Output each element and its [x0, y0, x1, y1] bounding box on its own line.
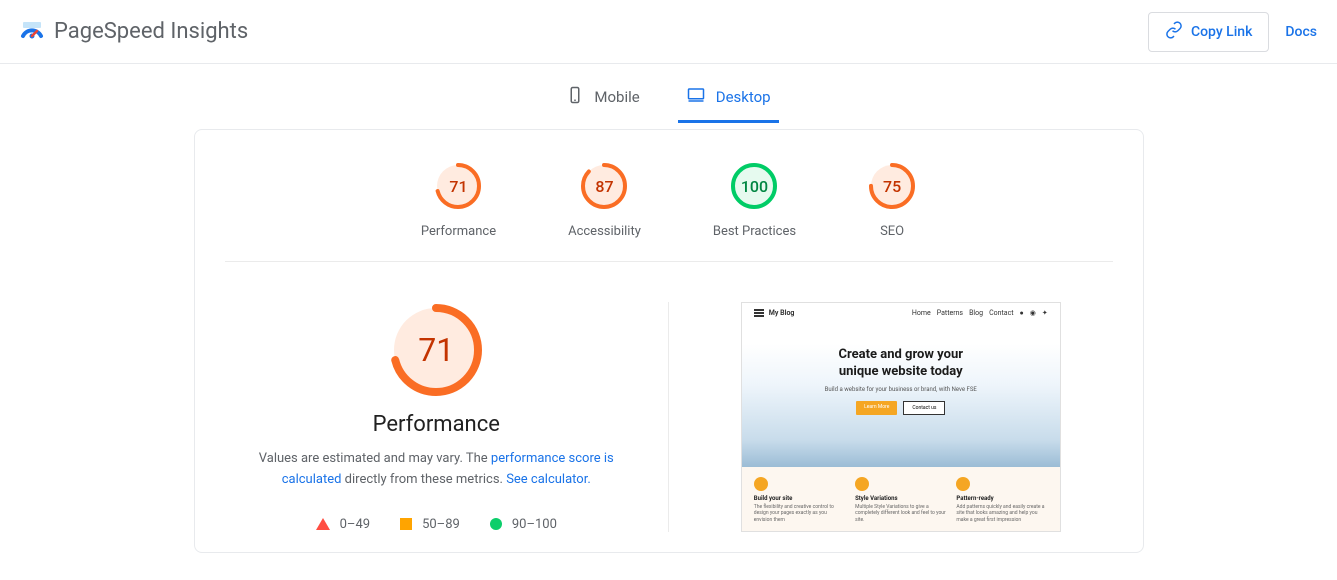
- feature-icon: [855, 477, 869, 491]
- feature-3-desc: Add patterns quickly and easily create a…: [956, 504, 1047, 524]
- docs-link[interactable]: Docs: [1285, 24, 1317, 40]
- feature-1-title: Build your site: [754, 495, 845, 502]
- page-screenshot-preview: My Blog Home Patterns Blog Contact ● ◉ ✦…: [741, 302, 1061, 532]
- feature-icon: [754, 477, 768, 491]
- feature-2-desc: Multiple Style Variations to give a comp…: [855, 504, 946, 524]
- app-title: PageSpeed Insights: [54, 19, 248, 44]
- score-seo[interactable]: 75 SEO: [868, 162, 916, 239]
- detail-description: Values are estimated and may vary. The p…: [236, 449, 636, 491]
- preview-site-title: My Blog: [769, 309, 795, 317]
- detail-left: 71 Performance Values are estimated and …: [225, 302, 670, 532]
- preview-hero-title: Create and grow your unique website toda…: [752, 347, 1050, 381]
- score-best-practices[interactable]: 100 Best Practices: [713, 162, 796, 239]
- copy-link-label: Copy Link: [1191, 24, 1252, 40]
- best-practices-score-label: Best Practices: [713, 224, 796, 239]
- feature-3-title: Pattern-ready: [956, 495, 1047, 502]
- preview-hero-sub: Build a website for your business or bra…: [752, 386, 1050, 393]
- preview-nav: Home Patterns Blog Contact ● ◉ ✦: [912, 309, 1048, 317]
- preview-feature-1: Build your site The flexibility and crea…: [754, 477, 845, 524]
- hamburger-icon: [754, 312, 764, 314]
- mobile-icon: [566, 86, 584, 108]
- score-legend: 0–49 50–89 90–100: [316, 517, 557, 532]
- facebook-icon: ●: [1020, 309, 1024, 317]
- best-practices-gauge: 100: [730, 162, 778, 210]
- legend-pass: 90–100: [490, 517, 557, 532]
- detail-right: My Blog Home Patterns Blog Contact ● ◉ ✦…: [689, 302, 1113, 532]
- header-left: PageSpeed Insights: [20, 19, 248, 44]
- preview-feature-3: Pattern-ready Add patterns quickly and e…: [956, 477, 1047, 524]
- legend-average: 50–89: [400, 517, 460, 532]
- pagespeed-logo-icon: [20, 20, 44, 44]
- desc-prefix: Values are estimated and may vary. The: [259, 451, 491, 466]
- legend-pass-label: 90–100: [512, 517, 557, 532]
- performance-score-label: Performance: [421, 224, 496, 239]
- performance-big-gauge: 71: [388, 302, 484, 398]
- desc-mid: directly from these metrics.: [341, 472, 506, 487]
- twitter-icon: ✦: [1042, 309, 1048, 317]
- hero-line1: Create and grow your: [752, 347, 1050, 364]
- device-tabs: Mobile Desktop: [0, 64, 1337, 123]
- link-icon: [1165, 21, 1183, 43]
- feature-1-desc: The flexibility and creative control to …: [754, 504, 845, 524]
- preview-feature-2: Style Variations Multiple Style Variatio…: [855, 477, 946, 524]
- accessibility-gauge: 87: [580, 162, 628, 210]
- preview-header: My Blog Home Patterns Blog Contact ● ◉ ✦: [742, 303, 1060, 323]
- hero-line2: unique website today: [752, 364, 1050, 381]
- performance-gauge: 71: [434, 162, 482, 210]
- preview-features: Build your site The flexibility and crea…: [742, 469, 1060, 532]
- accessibility-score-label: Accessibility: [568, 224, 641, 239]
- score-accessibility[interactable]: 87 Accessibility: [568, 162, 641, 239]
- report-card: 71 Performance 87 Accessibility 100: [194, 129, 1144, 553]
- performance-score-value: 71: [434, 162, 482, 210]
- best-practices-score-value: 100: [730, 162, 778, 210]
- seo-gauge: 75: [868, 162, 916, 210]
- preview-btn-secondary: Contact us: [903, 401, 945, 415]
- preview-buttons: Learn More Contact us: [752, 401, 1050, 415]
- header-right: Copy Link Docs: [1148, 12, 1317, 52]
- legend-fail: 0–49: [316, 517, 370, 532]
- preview-btn-primary: Learn More: [856, 401, 897, 415]
- score-summary-row: 71 Performance 87 Accessibility 100: [225, 130, 1113, 262]
- legend-avg-label: 50–89: [422, 517, 460, 532]
- feature-2-title: Style Variations: [855, 495, 946, 502]
- triangle-icon: [316, 518, 330, 530]
- seo-score-label: SEO: [880, 224, 904, 239]
- tab-mobile-label: Mobile: [594, 88, 639, 106]
- preview-nav-patterns: Patterns: [937, 309, 963, 317]
- copy-link-button[interactable]: Copy Link: [1148, 12, 1269, 52]
- tab-desktop-label: Desktop: [716, 88, 771, 106]
- feature-icon: [956, 477, 970, 491]
- seo-score-value: 75: [868, 162, 916, 210]
- see-calculator-link[interactable]: See calculator.: [506, 472, 591, 487]
- preview-hero: Create and grow your unique website toda…: [742, 323, 1060, 425]
- circle-icon: [490, 518, 502, 530]
- desktop-icon: [686, 86, 706, 108]
- detail-title: Performance: [373, 412, 500, 437]
- tab-mobile[interactable]: Mobile: [558, 76, 647, 123]
- accessibility-score-value: 87: [580, 162, 628, 210]
- performance-detail: 71 Performance Values are estimated and …: [195, 262, 1143, 552]
- tab-desktop[interactable]: Desktop: [678, 76, 779, 123]
- square-icon: [400, 518, 412, 530]
- score-performance[interactable]: 71 Performance: [421, 162, 496, 239]
- app-header: PageSpeed Insights Copy Link Docs: [0, 0, 1337, 64]
- big-score-value: 71: [388, 302, 484, 398]
- preview-nav-home: Home: [912, 309, 931, 317]
- preview-nav-blog: Blog: [969, 309, 983, 317]
- preview-nav-contact: Contact: [989, 309, 1013, 317]
- legend-fail-label: 0–49: [340, 517, 370, 532]
- instagram-icon: ◉: [1030, 309, 1036, 317]
